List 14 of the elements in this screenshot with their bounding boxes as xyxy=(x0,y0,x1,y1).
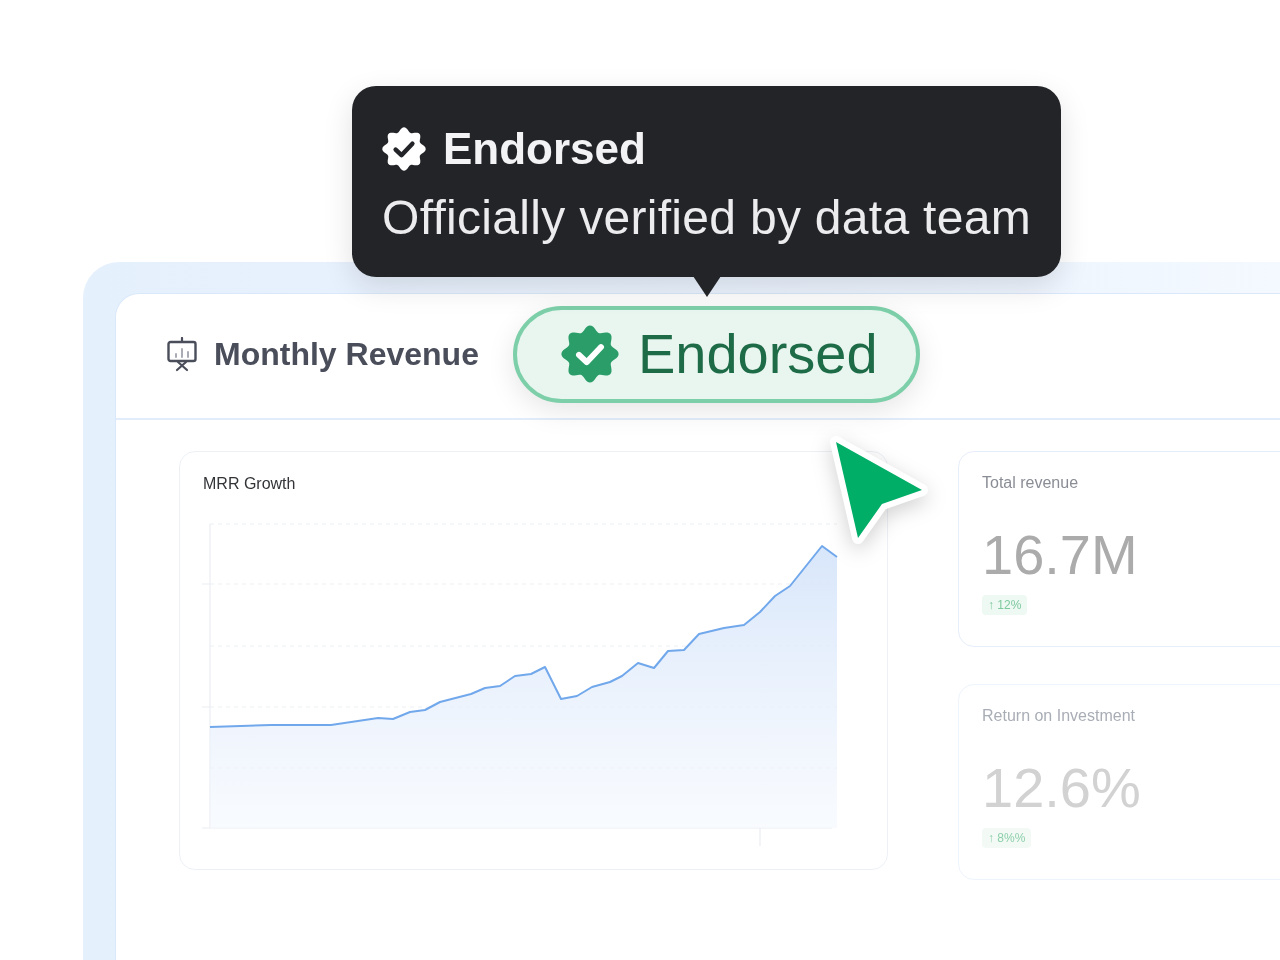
change-indicator: ↑ 8%% xyxy=(982,828,1032,848)
stat-title: Total revenue xyxy=(982,473,1079,493)
tooltip-title: Endorsed xyxy=(443,124,646,174)
tooltip-description: Officially verified by data team xyxy=(382,192,1031,244)
change-indicator: ↑ 12% xyxy=(982,595,1028,615)
page-title: Monthly Revenue xyxy=(214,336,479,373)
presentation-board-icon xyxy=(166,336,198,373)
stat-value: 16.7M xyxy=(982,523,1138,587)
seal-check-icon xyxy=(382,127,426,171)
tooltip-pointer-icon xyxy=(692,276,721,297)
verified-status-pill[interactable]: Endorsed xyxy=(512,306,920,403)
chart-title: MRR Growth xyxy=(203,474,297,494)
stat-title: Return on Investment xyxy=(982,706,1135,726)
seal-check-icon xyxy=(560,325,619,383)
